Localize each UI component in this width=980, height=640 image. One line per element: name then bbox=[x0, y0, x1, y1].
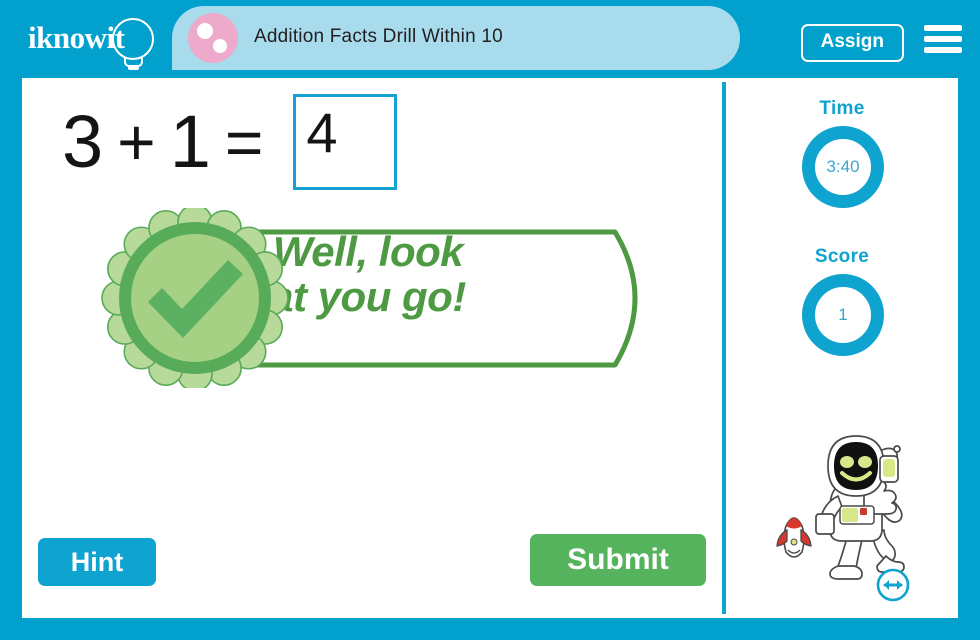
score-ring: 1 bbox=[802, 274, 884, 356]
answer-input-value: 4 bbox=[306, 101, 338, 164]
lightbulb-tip-icon bbox=[128, 66, 139, 70]
app-header: iknowit Addition Facts Drill Within 10 A… bbox=[0, 0, 980, 76]
hamburger-menu-icon[interactable] bbox=[924, 25, 962, 53]
lesson-avatar-icon bbox=[188, 13, 238, 63]
assign-button[interactable]: Assign bbox=[800, 24, 904, 62]
time-label: Time bbox=[819, 98, 865, 119]
hamburger-bar-3 bbox=[924, 47, 962, 53]
avatar-dot-large bbox=[197, 23, 213, 39]
time-ring: 3:40 bbox=[802, 126, 884, 208]
time-value: 3:40 bbox=[826, 157, 860, 176]
hint-button[interactable]: Hint bbox=[38, 538, 156, 586]
lesson-stage: 3 + 1 = 4 Well, look at you go! Hint Sub… bbox=[22, 78, 958, 618]
operand-left: 3 bbox=[62, 100, 104, 183]
avatar-dot-small bbox=[213, 39, 227, 53]
score-value: 1 bbox=[838, 305, 848, 324]
resize-horizontal-icon[interactable] bbox=[876, 568, 910, 602]
astronaut-mascot bbox=[776, 435, 905, 580]
lesson-title: Addition Facts Drill Within 10 bbox=[254, 26, 503, 47]
equals-sign: = bbox=[224, 105, 264, 179]
feedback-banner: Well, look at you go! bbox=[100, 208, 680, 388]
math-problem: 3 + 1 = 4 bbox=[62, 94, 398, 190]
submit-button[interactable]: Submit bbox=[530, 534, 706, 586]
answer-input[interactable]: 4 bbox=[293, 94, 398, 190]
hamburger-bar-1 bbox=[924, 25, 962, 31]
stats-sidebar: Time 3:40 Score 1 bbox=[726, 78, 958, 618]
check-badge-icon bbox=[101, 208, 289, 388]
operator-plus: + bbox=[117, 105, 156, 179]
score-label: Score bbox=[814, 246, 870, 267]
operand-right: 1 bbox=[169, 100, 211, 183]
rocket-icon bbox=[776, 517, 812, 558]
brand-logo[interactable]: iknowit bbox=[26, 14, 166, 70]
lightbulb-icon bbox=[112, 18, 154, 60]
hamburger-bar-2 bbox=[924, 36, 962, 42]
lesson-title-pill: Addition Facts Drill Within 10 bbox=[172, 6, 740, 70]
brand-logo-text: iknowit bbox=[28, 20, 125, 55]
app-window: iknowit Addition Facts Drill Within 10 A… bbox=[0, 0, 980, 640]
